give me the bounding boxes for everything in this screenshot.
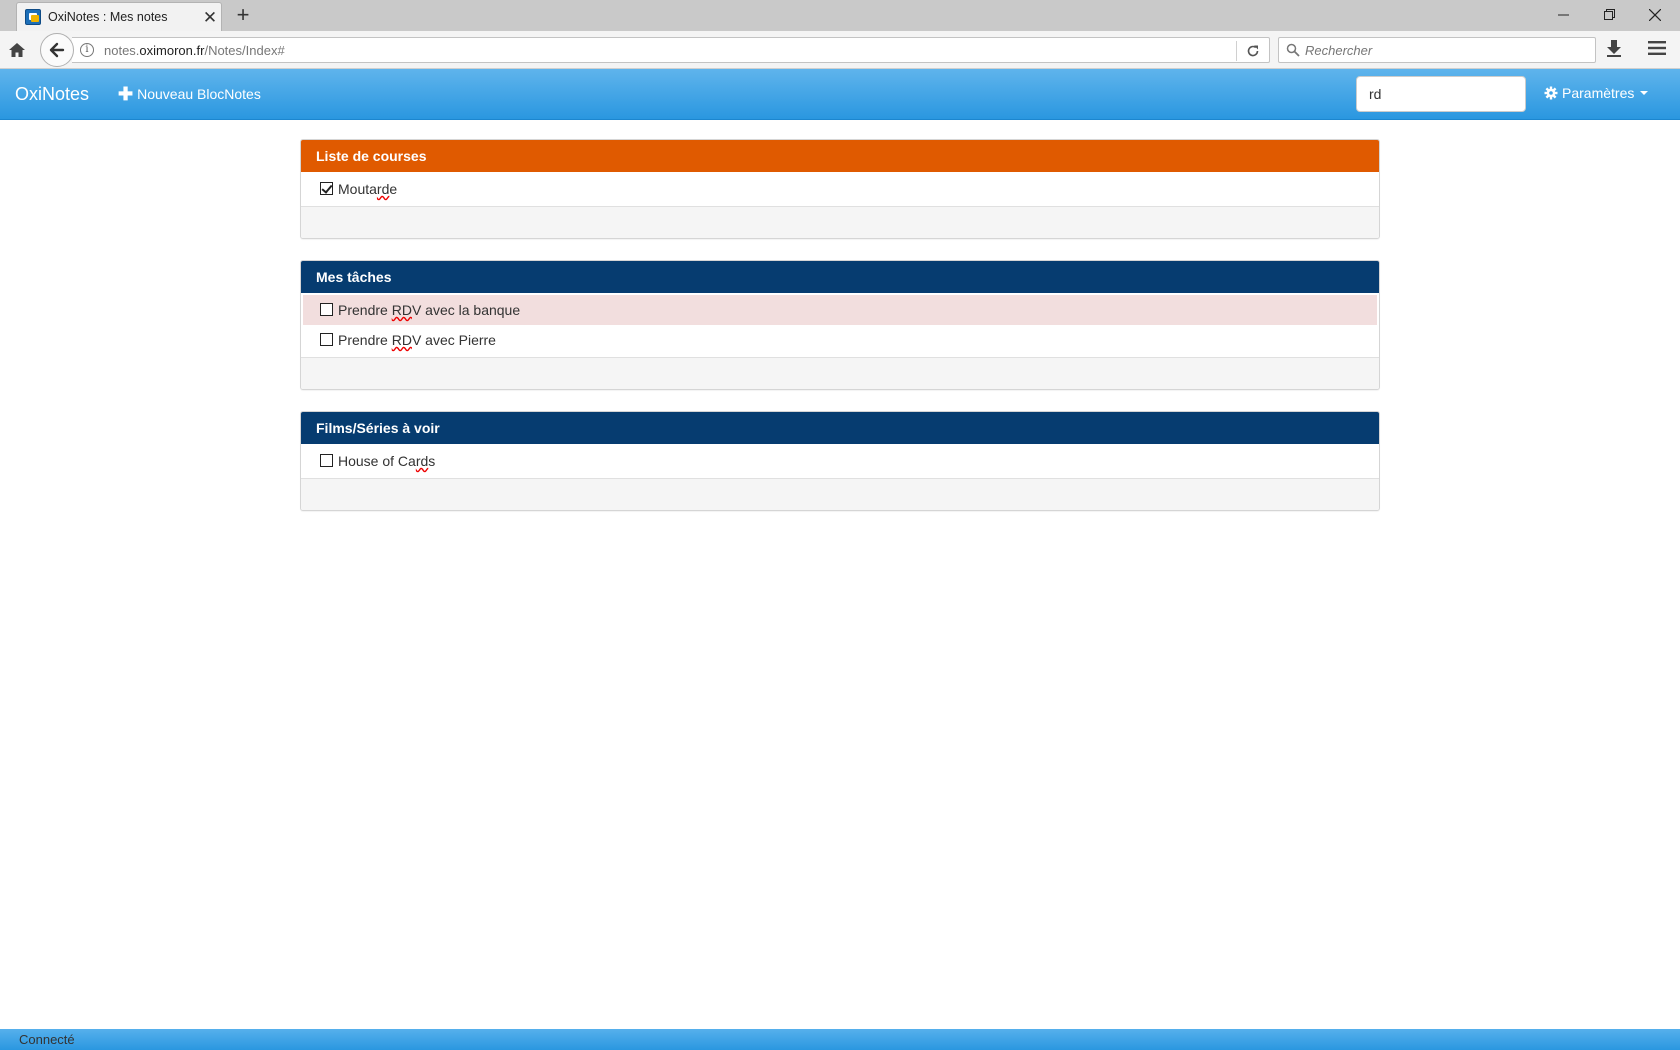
caret-down-icon <box>1640 91 1649 95</box>
restore-window-button[interactable] <box>1586 0 1632 30</box>
notebook-panel: Mes tâches Prendre RDV avec la banque Pr… <box>300 260 1380 390</box>
notebook-title[interactable]: Films/Séries à voir <box>301 412 1379 444</box>
close-window-button[interactable] <box>1632 0 1678 30</box>
note-item: Moutarde <box>303 174 1377 204</box>
search-icon <box>1286 43 1300 57</box>
new-tab-button[interactable]: + <box>232 3 254 27</box>
url-prefix: notes. <box>104 43 140 58</box>
note-checkbox[interactable] <box>320 453 333 467</box>
notebook-panel: Liste de courses Moutarde <box>300 139 1380 239</box>
new-notebook-button[interactable]: ✚ Nouveau BlocNotes <box>118 84 261 104</box>
note-item-text[interactable]: House of Cards <box>338 453 435 469</box>
minimize-window-button[interactable] <box>1540 0 1586 30</box>
back-button[interactable] <box>40 33 74 67</box>
tab-title: OxiNotes : Mes notes <box>48 10 168 24</box>
url-domain: oximoron.fr <box>139 43 205 58</box>
note-item-text[interactable]: Prendre RDV avec Pierre <box>338 332 496 348</box>
reload-icon[interactable] <box>1244 42 1262 60</box>
notebook-items: House of Cards <box>301 444 1379 479</box>
search-match-highlight: rd <box>376 181 390 197</box>
download-icon[interactable] <box>1606 39 1622 62</box>
note-item-text[interactable]: Moutarde <box>338 181 397 197</box>
plus-icon: ✚ <box>118 84 134 104</box>
connection-status: Connecté <box>19 1032 75 1047</box>
new-notebook-label: Nouveau BlocNotes <box>137 86 261 102</box>
search-match-highlight: rd <box>415 453 429 469</box>
url-text[interactable]: notes.oximoron.fr/Notes/Index# <box>104 43 285 58</box>
notebook-panel: Films/Séries à voir House of Cards <box>300 411 1380 511</box>
app-brand[interactable]: OxiNotes <box>15 84 89 105</box>
note-checkbox[interactable] <box>320 302 333 316</box>
site-info-icon[interactable]: i <box>80 43 94 57</box>
settings-dropdown[interactable]: Paramètres <box>1544 85 1649 101</box>
gear-icon <box>1544 86 1558 100</box>
browser-toolbar: i notes.oximoron.fr/Notes/Index# Recherc… <box>0 31 1680 69</box>
notebook-footer <box>301 358 1379 389</box>
home-icon[interactable] <box>6 39 28 61</box>
url-path: /Notes/Index# <box>204 43 285 58</box>
notebook-title[interactable]: Liste de courses <box>301 140 1379 172</box>
notebook-footer <box>301 479 1379 510</box>
notebook-title[interactable]: Mes tâches <box>301 261 1379 293</box>
close-tab-icon[interactable]: ✕ <box>199 9 221 26</box>
oxinotes-favicon-icon <box>25 9 41 25</box>
url-separator <box>1236 41 1237 61</box>
search-match-highlight: RD <box>391 302 412 318</box>
hamburger-menu-icon[interactable] <box>1648 40 1666 61</box>
search-match-highlight: RD <box>391 332 412 348</box>
notebook-items: Moutarde <box>301 172 1379 207</box>
note-checkbox[interactable] <box>320 332 333 346</box>
browser-search-bar[interactable]: Rechercher <box>1278 37 1596 63</box>
app-navbar: OxiNotes ✚ Nouveau BlocNotes Paramètres <box>0 69 1680 120</box>
status-bar: Connecté <box>0 1029 1680 1050</box>
note-item-text[interactable]: Prendre RDV avec la banque <box>338 302 520 318</box>
notes-search-input[interactable] <box>1356 76 1526 112</box>
arrow-left-icon <box>49 42 65 58</box>
address-bar[interactable]: i notes.oximoron.fr/Notes/Index# <box>72 37 1270 63</box>
settings-label: Paramètres <box>1562 85 1635 101</box>
note-item: House of Cards <box>303 446 1377 476</box>
notebook-footer <box>301 207 1379 238</box>
browser-tab[interactable]: OxiNotes : Mes notes ✕ <box>16 2 222 31</box>
browser-search-placeholder: Rechercher <box>1305 43 1373 58</box>
note-item: Prendre RDV avec Pierre <box>303 325 1377 355</box>
notebook-items: Prendre RDV avec la banque Prendre RDV a… <box>301 293 1379 358</box>
browser-tabstrip: OxiNotes : Mes notes ✕ + <box>0 0 1680 31</box>
note-checkbox[interactable] <box>320 181 333 195</box>
note-item: Prendre RDV avec la banque <box>303 295 1377 325</box>
